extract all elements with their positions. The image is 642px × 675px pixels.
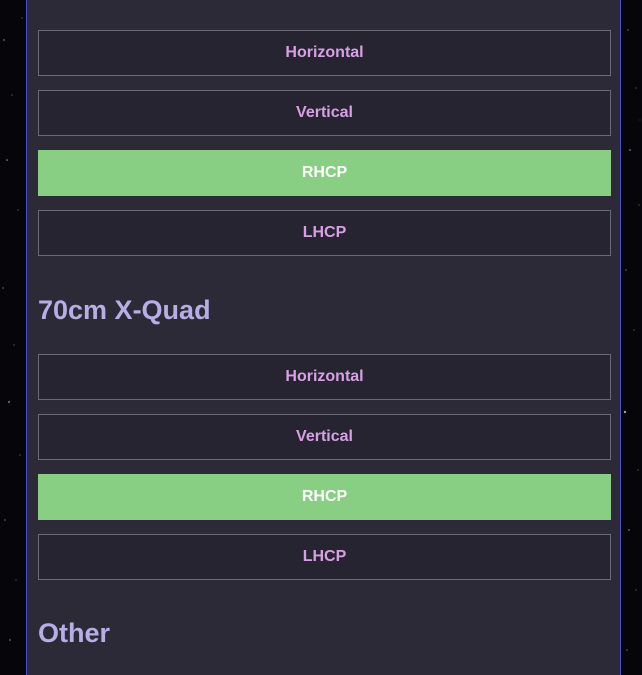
- horizontal-button-1[interactable]: Horizontal: [38, 30, 611, 76]
- lhcp-button-1[interactable]: LHCP: [38, 210, 611, 256]
- vertical-button-1[interactable]: Vertical: [38, 90, 611, 136]
- vertical-button-2[interactable]: Vertical: [38, 414, 611, 460]
- rhcp-button-1[interactable]: RHCP: [38, 150, 611, 196]
- rhcp-button-2[interactable]: RHCP: [38, 474, 611, 520]
- lhcp-button-2[interactable]: LHCP: [38, 534, 611, 580]
- section-heading-other: Other: [38, 618, 111, 648]
- content-panel: Horizontal Vertical RHCP LHCP 70cm X-Qua…: [26, 0, 621, 675]
- horizontal-button-2[interactable]: Horizontal: [38, 354, 611, 400]
- section-heading-70cm-x-quad: 70cm X-Quad: [38, 295, 211, 325]
